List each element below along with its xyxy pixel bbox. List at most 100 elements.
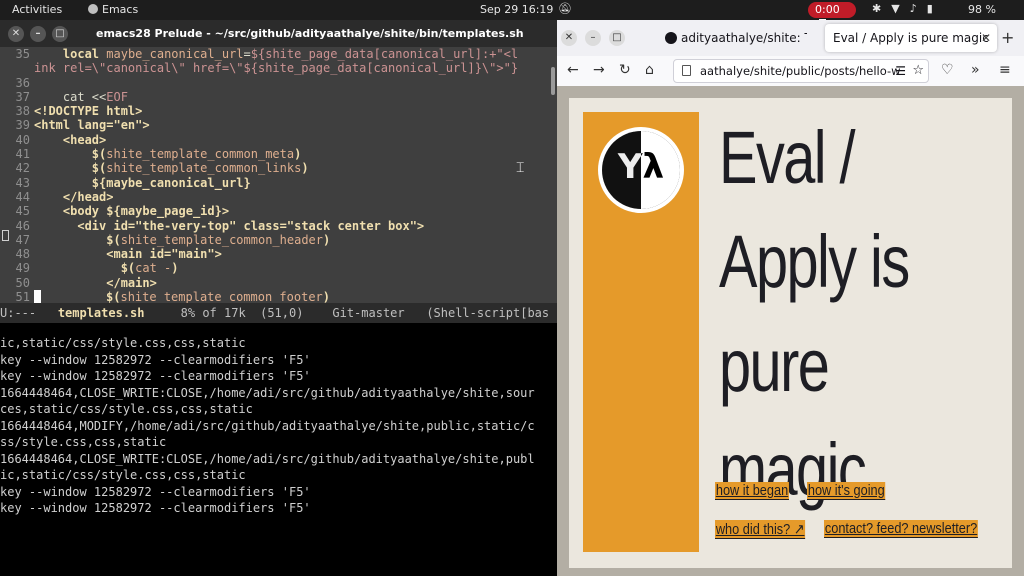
web-page[interactable]: Yλ Eval / Apply is pure magic how it beg…: [557, 86, 1024, 576]
firefox-close-icon[interactable]: ✕: [561, 30, 577, 46]
page-container: Yλ Eval / Apply is pure magic how it beg…: [569, 98, 1012, 568]
code-token: $(: [91, 161, 107, 176]
volume-icon: ♪: [909, 2, 917, 15]
code-token: </main>: [106, 275, 157, 290]
code-token: ink rel=\"canonical\" href=\"${shite_pag…: [34, 61, 519, 76]
screen-recording-indicator[interactable]: 0:00: [808, 2, 856, 26]
reload-icon[interactable]: ↻: [619, 62, 631, 78]
wifi-icon: ▼: [891, 2, 900, 15]
code-token: $(: [91, 147, 107, 162]
code-line: 38 <!DOCTYPE html>: [0, 104, 549, 118]
code-token: shite_template_common_footer: [120, 290, 323, 303]
code-line: 51 $(shite_template_common_footer): [0, 290, 549, 303]
terminal-line: ces,static/css/style.css,css,static: [0, 402, 253, 416]
battery-percentage: 98 %: [968, 3, 996, 16]
code-line: 43 ${maybe_canonical_url}: [0, 176, 549, 190]
code-line: 36: [0, 76, 549, 90]
close-tab-icon[interactable]: ✕: [981, 31, 991, 45]
code-line: 44 </head>: [0, 190, 549, 204]
who-did-this-link[interactable]: who did this? ↗: [715, 520, 806, 539]
home-icon[interactable]: ⌂: [645, 62, 654, 78]
code-line: ink rel=\"canonical\" href=\"${shite_pag…: [0, 61, 549, 75]
modeline-status: U:---: [0, 306, 37, 320]
terminal-cursor: [2, 230, 9, 241]
address-bar[interactable]: aathalye/shite/public/posts/hello-w ☰ ☆: [673, 59, 929, 83]
tab-label: adityaathalye/shite: The: [681, 31, 807, 45]
how-it-began-link[interactable]: how it began: [715, 482, 790, 500]
line-number: 41: [15, 147, 30, 162]
url-text: aathalye/shite/public/posts/hello-w: [700, 64, 901, 78]
notifications-muted-icon: 🔕︎: [558, 2, 572, 15]
clock[interactable]: Sep 29 16:19: [480, 3, 553, 16]
line-number: 37: [15, 89, 30, 104]
code-line: 40 <head>: [0, 133, 549, 147]
bookmark-star-icon[interactable]: ☆: [912, 63, 924, 78]
code-token: cat -: [135, 261, 172, 276]
mouse-ibeam-cursor: ⌶: [516, 160, 525, 176]
code-line: 50 </main>: [0, 276, 549, 290]
forward-icon[interactable]: →: [593, 62, 605, 78]
code-token: local: [62, 47, 100, 61]
reader-view-icon[interactable]: ☰: [895, 64, 906, 78]
firefox-window: ✕ – □ adityaathalye/shite: The Eval / Ap…: [557, 20, 1024, 576]
navigation-toolbar: ← → ↻ ⌂ aathalye/shite/public/posts/hell…: [557, 56, 1024, 86]
terminal-line: 1664448464,MODIFY,/home/adi/src/github/a…: [0, 418, 535, 433]
page-title: Eval / Apply is pure magic: [719, 116, 910, 511]
line-number: 43: [15, 175, 30, 190]
code-editor[interactable]: 35 local maybe_canonical_url=${shite_pag…: [0, 47, 549, 303]
logo-yin-yang-icon: Yλ: [602, 131, 680, 209]
activities-button[interactable]: Activities: [12, 3, 62, 16]
line-number: 35: [15, 47, 30, 61]
firefox-maximize-icon[interactable]: □: [609, 30, 625, 46]
code-token: $(: [120, 261, 136, 276]
line-number: 39: [15, 118, 30, 133]
firefox-minimize-icon[interactable]: –: [585, 30, 601, 46]
minimize-icon[interactable]: –: [30, 26, 46, 42]
bluetooth-icon: ✱: [872, 2, 882, 15]
pocket-icon[interactable]: ♡: [941, 62, 954, 78]
overflow-icon[interactable]: »: [971, 62, 980, 78]
line-number: 42: [15, 161, 30, 176]
tab-eval-apply[interactable]: Eval / Apply is pure magic ✕: [825, 24, 997, 52]
modeline-major-mode: (Shell-script[bas: [426, 306, 550, 320]
terminal-line: key --window 12582972 --clearmodifiers '…: [0, 352, 311, 367]
terminal-line: 1664448464,CLOSE_WRITE:CLOSE,/home/adi/s…: [0, 385, 535, 400]
system-tray[interactable]: ✱ ▼ ♪ ▮: [872, 2, 943, 15]
emacs-titlebar[interactable]: ✕ – □ emacs28 Prelude - ~/src/github/adi…: [0, 20, 557, 47]
contact-feed-newsletter-link[interactable]: contact? feed? newsletter?: [824, 520, 979, 538]
code-token: shite_template_common_header: [120, 232, 323, 247]
terminal-window[interactable]: ic,static/css/style.css,css,static key --…: [0, 335, 560, 576]
code-token: $(: [106, 232, 121, 247]
menu-icon[interactable]: ≡: [999, 62, 1011, 78]
scrollbar-thumb[interactable]: [551, 67, 555, 95]
back-icon[interactable]: ←: [567, 62, 579, 78]
app-menu[interactable]: Emacs: [88, 3, 138, 16]
new-tab-icon[interactable]: +: [1001, 28, 1014, 47]
code-token: maybe_canonical_url: [106, 47, 244, 61]
line-number: 40: [15, 132, 30, 147]
code-line: 37 cat <<EOF: [0, 90, 549, 104]
close-icon[interactable]: ✕: [8, 26, 24, 42]
page-info-icon[interactable]: [682, 65, 691, 76]
tab-bar: ✕ – □ adityaathalye/shite: The Eval / Ap…: [557, 20, 1024, 56]
how-its-going-link[interactable]: how it's going: [807, 482, 886, 500]
code-line: 39 <html lang="en">: [0, 118, 549, 132]
code-token: shite_template_common_meta: [106, 147, 295, 162]
emacs-window: ✕ – □ emacs28 Prelude - ~/src/github/adi…: [0, 20, 557, 323]
code-line: 46 <div id="the-very-top" class="stack c…: [0, 219, 549, 233]
orange-sidebar: Yλ: [583, 112, 699, 552]
tab-github[interactable]: adityaathalye/shite: The: [657, 24, 807, 52]
site-logo[interactable]: Yλ: [598, 127, 684, 213]
system-top-bar: Activities Emacs Sep 29 16:19 🔕︎ 0:00 ✱ ▼…: [0, 0, 1024, 26]
code-token: <main id="main">: [106, 247, 222, 262]
code-token: shite_template_common_links: [106, 161, 302, 176]
maximize-icon[interactable]: □: [52, 26, 68, 42]
editor-scrollbar[interactable]: [549, 47, 557, 303]
